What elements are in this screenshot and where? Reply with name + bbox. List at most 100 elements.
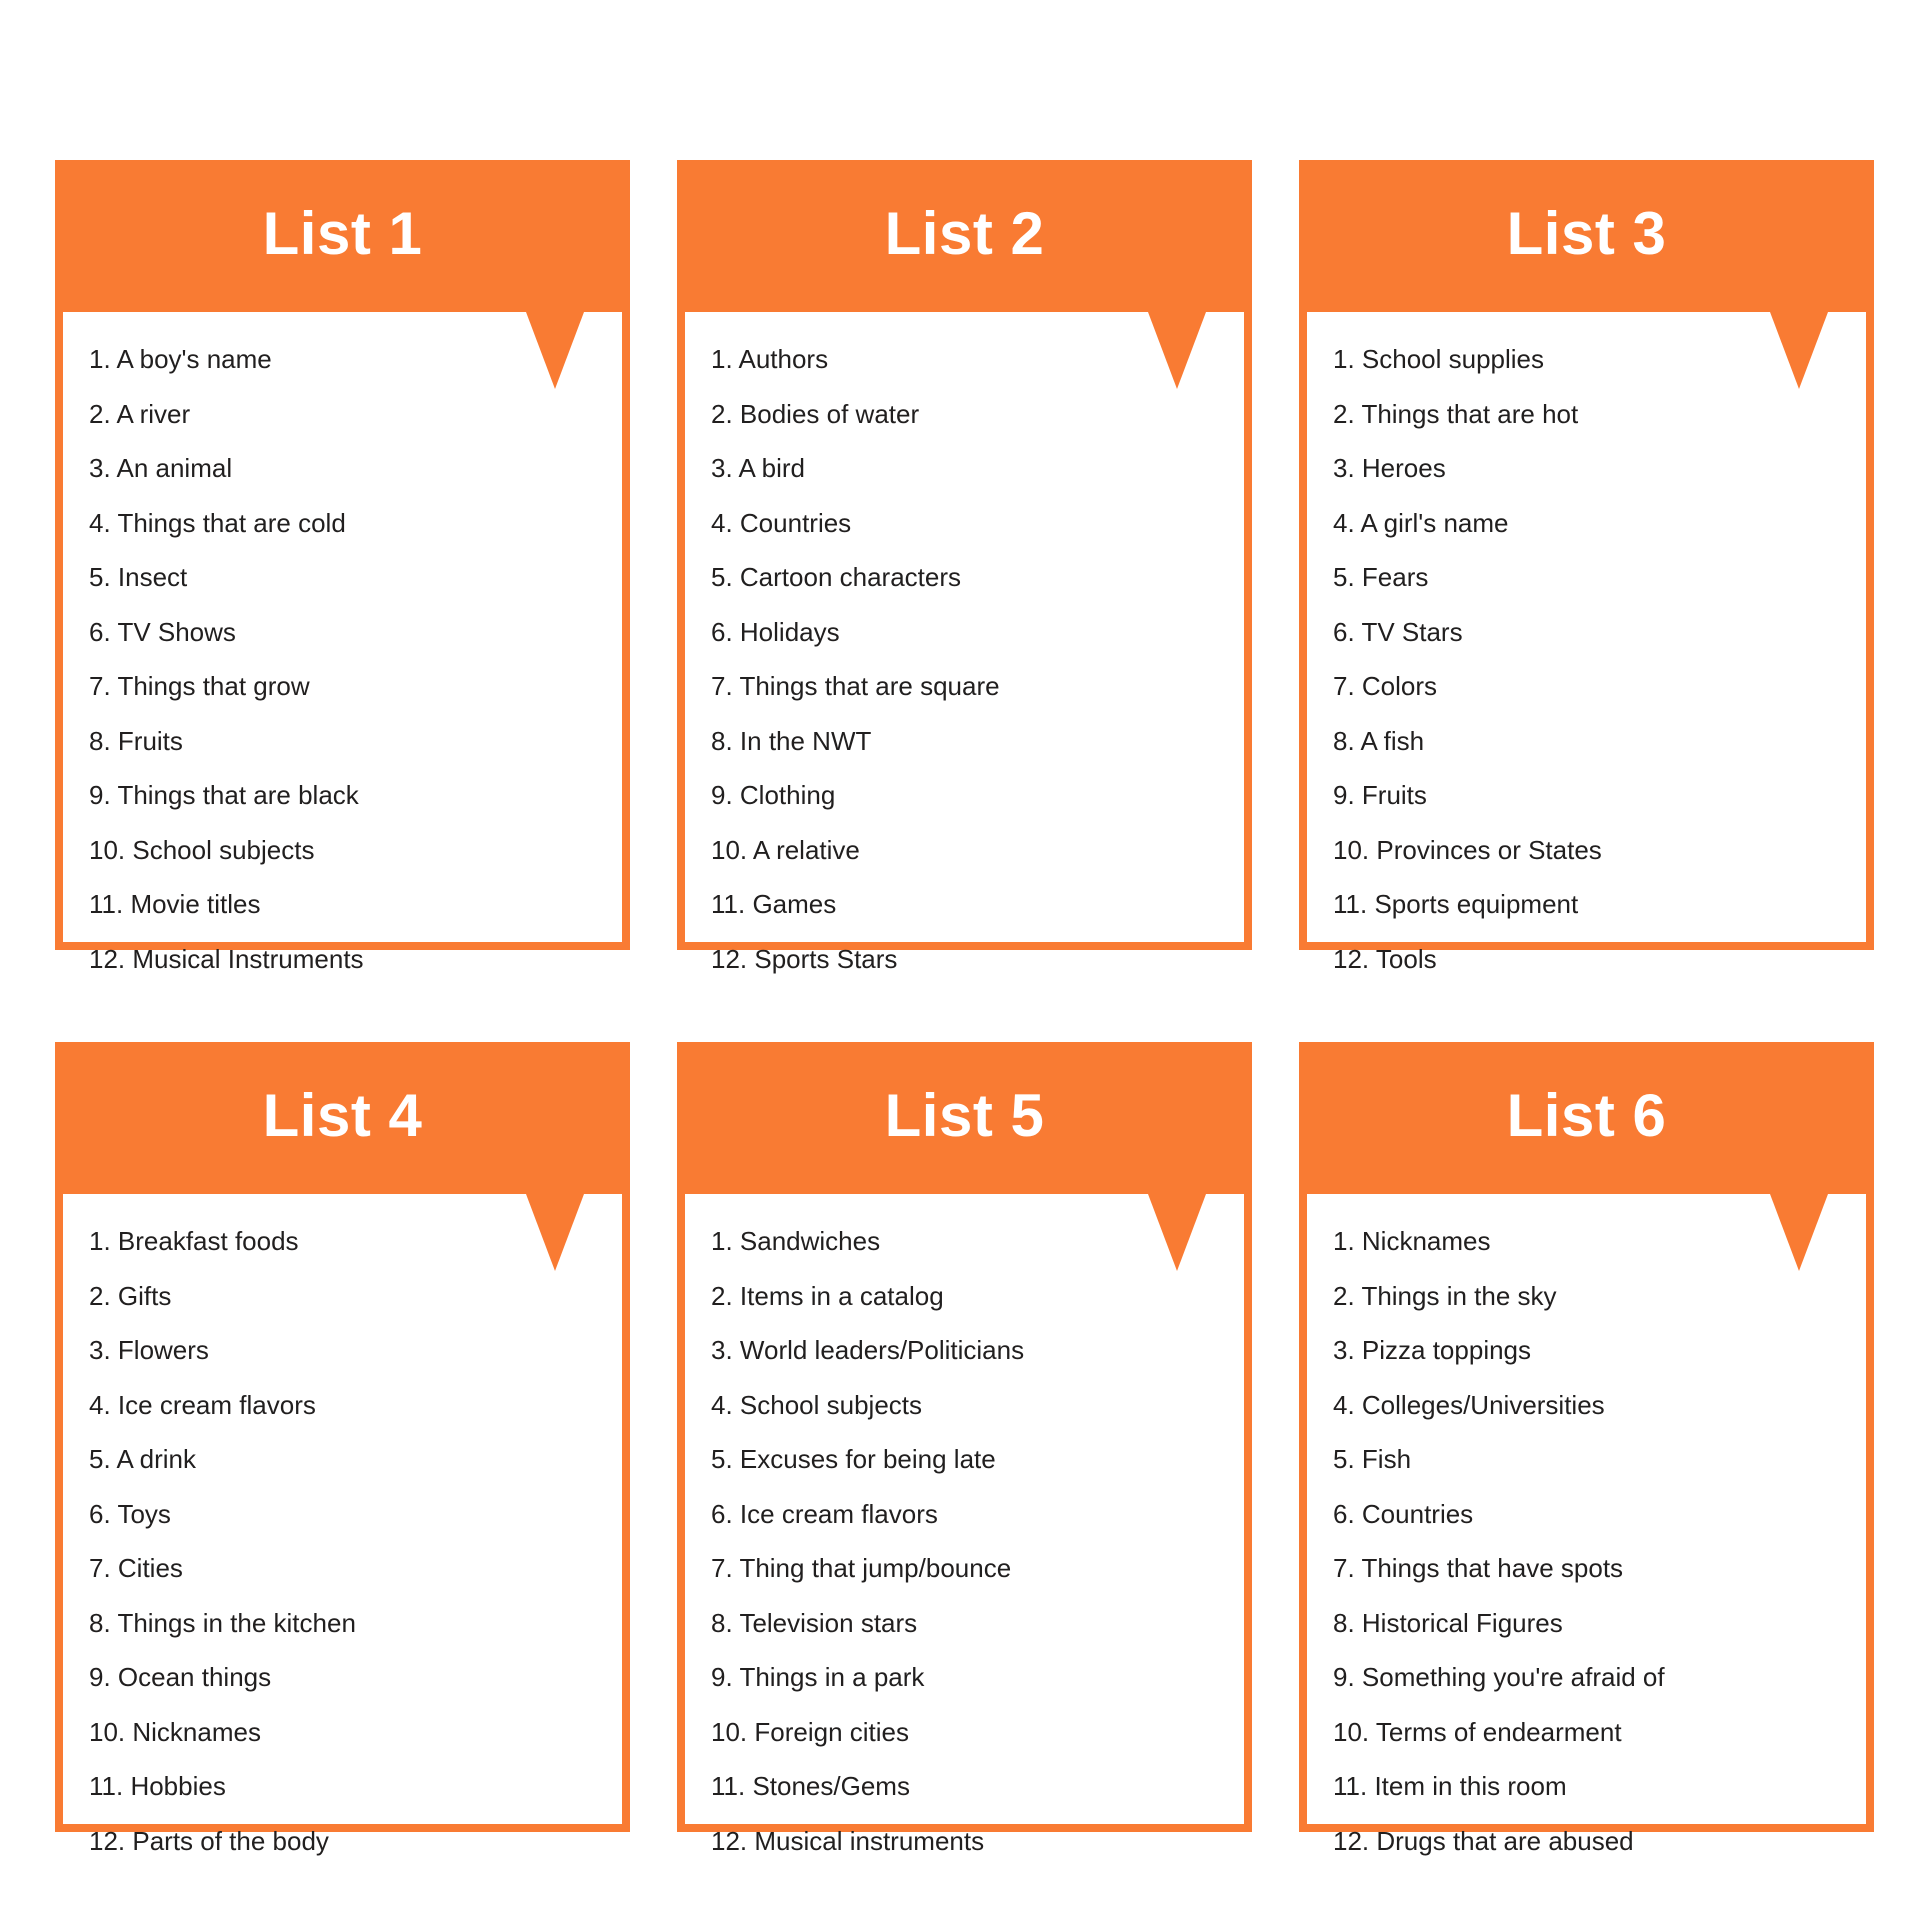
- card-header: List 4: [55, 1042, 630, 1271]
- list-item: 8. Fruits: [89, 725, 183, 756]
- list-item: 1. Nicknames: [1333, 1226, 1491, 1256]
- list-item: 12. Drugs that are abused: [1333, 1825, 1634, 1856]
- list-item: 3. World leaders/Politicians: [711, 1335, 1025, 1365]
- list-item: 9. Things in a park: [711, 1662, 925, 1692]
- list-item: 11. Games: [711, 889, 837, 919]
- header-tail-triangle-icon: [1770, 1194, 1828, 1271]
- list-item: 8. Things in the kitchen: [89, 1607, 356, 1638]
- list-item: 12. Musical Instruments: [89, 943, 364, 974]
- list-card: List 5 1. Sandwiches 2. Items in a catal…: [677, 1042, 1252, 1853]
- header-tail-triangle-icon: [1148, 1194, 1206, 1271]
- list-item: 4. School subjects: [711, 1389, 923, 1420]
- list-item: 10. School subjects: [89, 834, 315, 865]
- list-item: 6. TV Shows: [89, 616, 236, 647]
- list-item: 4. Countries: [711, 507, 852, 538]
- item-list: 1. Breakfast foods 2. Gifts 3. Flowers 4…: [89, 1228, 596, 1882]
- list-item: 7. Thing that jump/bounce: [711, 1553, 1012, 1583]
- card-body: 1. Nicknames 2. Things in the sky 3. Piz…: [1307, 1194, 1866, 1882]
- card-body: 1. School supplies 2. Things that are ho…: [1307, 312, 1866, 1000]
- list-item: 6. Holidays: [711, 616, 840, 647]
- list-card: List 2 1. Authors 2. Bodies of water 3. …: [677, 160, 1252, 971]
- list-item: 5. Cartoon characters: [711, 562, 962, 592]
- list-item: 12. Tools: [1333, 943, 1437, 974]
- list-item: 10. Terms of endearment: [1333, 1716, 1622, 1747]
- list-item: 8. Television stars: [711, 1607, 918, 1638]
- list-item: 7. Things that grow: [89, 671, 310, 701]
- card-title: List 5: [884, 1082, 1045, 1149]
- list-item: 2. Gifts: [89, 1280, 172, 1311]
- list-item: 1. Authors: [711, 344, 829, 374]
- list-item: 4. A girl's name: [1333, 507, 1509, 538]
- item-list: 1. Authors 2. Bodies of water 3. A bird …: [711, 346, 1218, 1000]
- card-header: List 2: [677, 160, 1252, 389]
- header-tail-triangle-icon: [526, 312, 584, 389]
- item-list: 1. Sandwiches 2. Items in a catalog 3. W…: [711, 1228, 1218, 1882]
- list-item: 6. Countries: [1333, 1498, 1474, 1529]
- list-item: 10. A relative: [711, 834, 860, 865]
- list-card: List 3 1. School supplies 2. Things that…: [1299, 160, 1874, 971]
- list-item: 12. Musical instruments: [711, 1825, 985, 1856]
- list-item: 11. Item in this room: [1333, 1771, 1567, 1801]
- list-item: 4. Colleges/Universities: [1333, 1389, 1605, 1420]
- header-tail-triangle-icon: [1148, 312, 1206, 389]
- list-item: 2. Things in the sky: [1333, 1280, 1557, 1311]
- list-item: 10. Foreign cities: [711, 1716, 909, 1747]
- card-title: List 1: [262, 200, 423, 267]
- card-title: List 3: [1506, 200, 1667, 267]
- card-header: List 5: [677, 1042, 1252, 1271]
- header-tail-triangle-icon: [526, 1194, 584, 1271]
- list-item: 11. Movie titles: [89, 889, 261, 919]
- list-item: 11. Sports equipment: [1333, 889, 1579, 919]
- item-list: 1. School supplies 2. Things that are ho…: [1333, 346, 1840, 1000]
- list-item: 7. Things that have spots: [1333, 1553, 1624, 1583]
- list-item: 4. Things that are cold: [89, 507, 346, 538]
- card-body: 1. Breakfast foods 2. Gifts 3. Flowers 4…: [63, 1194, 622, 1882]
- list-card: List 6 1. Nicknames 2. Things in the sky…: [1299, 1042, 1874, 1853]
- card-body: 1. A boy's name 2. A river 3. An animal …: [63, 312, 622, 1000]
- list-item: 3. An animal: [89, 453, 233, 483]
- list-item: 5. Insect: [89, 562, 188, 592]
- list-item: 3. Flowers: [89, 1335, 209, 1365]
- list-card: List 1 1. A boy's name 2. A river 3. An …: [55, 160, 630, 971]
- list-card: List 4 1. Breakfast foods 2. Gifts 3. Fl…: [55, 1042, 630, 1853]
- card-title: List 6: [1506, 1082, 1667, 1149]
- list-item: 9. Ocean things: [89, 1662, 272, 1692]
- list-item: 9. Fruits: [1333, 780, 1427, 810]
- card-header: List 6: [1299, 1042, 1874, 1271]
- list-item: 1. School supplies: [1333, 344, 1545, 374]
- list-item: 12. Sports Stars: [711, 943, 898, 974]
- list-item: 10. Provinces or States: [1333, 834, 1602, 865]
- worksheet-page: List 1 1. A boy's name 2. A river 3. An …: [0, 0, 1920, 1920]
- list-item: 8. Historical Figures: [1333, 1607, 1563, 1638]
- list-item: 9. Clothing: [711, 780, 836, 810]
- card-header: List 3: [1299, 160, 1874, 389]
- card-body: 1. Sandwiches 2. Items in a catalog 3. W…: [685, 1194, 1244, 1882]
- list-item: 4. Ice cream flavors: [89, 1389, 316, 1420]
- list-item: 1. A boy's name: [89, 344, 272, 374]
- item-list: 1. A boy's name 2. A river 3. An animal …: [89, 346, 596, 1000]
- list-item: 2. A river: [89, 398, 191, 429]
- list-item: 8. A fish: [1333, 725, 1425, 756]
- list-item: 1. Breakfast foods: [89, 1226, 299, 1256]
- list-item: 8. In the NWT: [711, 725, 872, 756]
- list-item: 11. Stones/Gems: [711, 1771, 910, 1801]
- card-header: List 1: [55, 160, 630, 389]
- list-item: 2. Items in a catalog: [711, 1280, 944, 1311]
- list-item: 5. Excuses for being late: [711, 1444, 996, 1474]
- list-item: 7. Colors: [1333, 671, 1438, 701]
- list-item: 6. Toys: [89, 1498, 171, 1529]
- list-item: 5. Fears: [1333, 562, 1429, 592]
- list-card-grid: List 1 1. A boy's name 2. A river 3. An …: [55, 160, 1874, 1872]
- list-item: 1. Sandwiches: [711, 1226, 881, 1256]
- list-item: 10. Nicknames: [89, 1716, 261, 1747]
- list-item: 2. Bodies of water: [711, 398, 920, 429]
- list-item: 9. Something you're afraid of: [1333, 1662, 1665, 1692]
- card-title: List 4: [262, 1082, 423, 1149]
- card-body: 1. Authors 2. Bodies of water 3. A bird …: [685, 312, 1244, 1000]
- list-item: 9. Things that are black: [89, 780, 359, 810]
- list-item: 5. Fish: [1333, 1444, 1412, 1474]
- header-tail-triangle-icon: [1770, 312, 1828, 389]
- list-item: 7. Cities: [89, 1553, 183, 1583]
- list-item: 6. Ice cream flavors: [711, 1498, 938, 1529]
- card-title: List 2: [884, 200, 1045, 267]
